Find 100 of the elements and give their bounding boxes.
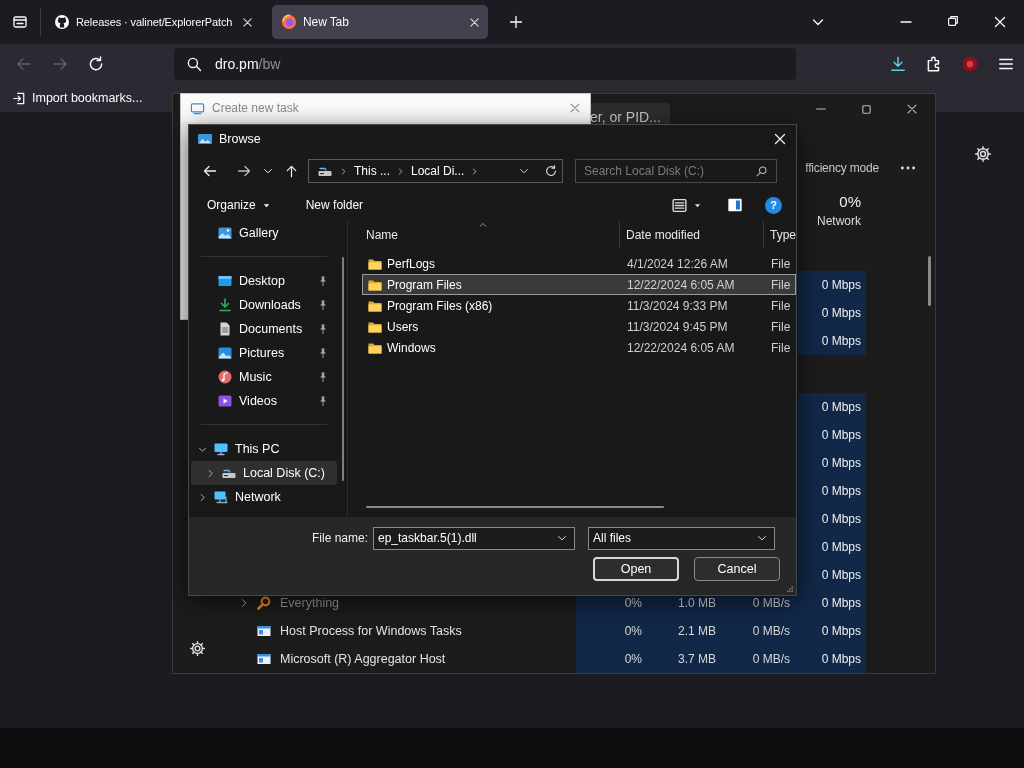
sidebar-item[interactable]: Network (191, 485, 337, 509)
file-row[interactable]: Windows 12/22/2024 6:05 AM File (362, 337, 796, 358)
chevron-icon[interactable] (197, 491, 208, 503)
column-header[interactable]: Name (348, 221, 620, 249)
file-row[interactable]: Program Files 12/22/2024 6:05 AM File (362, 274, 796, 295)
breadcrumb-item[interactable]: This ... (354, 164, 390, 178)
close-icon[interactable] (992, 14, 1008, 30)
table-cell: 0 Mbps (798, 271, 866, 299)
scrollbar-thumb[interactable] (928, 256, 931, 306)
sidebar-item[interactable]: Videos (191, 389, 337, 413)
chevron-icon (470, 166, 480, 176)
close-icon[interactable] (772, 131, 788, 147)
column-header[interactable]: Network (817, 211, 861, 231)
picture-icon (217, 345, 233, 361)
table-cell: 0 Mbps (798, 477, 866, 505)
search-field[interactable]: Search Local Disk (C:) (575, 159, 777, 183)
restore-icon[interactable] (946, 14, 960, 28)
table-cell: 0 Mbps (798, 561, 866, 589)
fox-logo-icon (281, 14, 297, 30)
close-icon[interactable] (905, 102, 919, 116)
table-cell: 0 Mbps (798, 617, 866, 645)
app-window-icon (256, 651, 272, 667)
help-button[interactable]: ? (765, 196, 782, 214)
search-icon (186, 55, 203, 73)
window-title: Browse (219, 132, 261, 146)
close-tab-icon[interactable] (241, 15, 254, 29)
sidebar-item[interactable]: Pictures (191, 341, 337, 365)
app-window-icon (256, 623, 272, 639)
sidebar-item[interactable]: Downloads (191, 293, 337, 317)
window-title: Create new task (212, 101, 299, 115)
file-row[interactable]: Program Files (x86) 11/3/2024 9:33 PM File (362, 295, 796, 316)
cat-logo-icon (54, 14, 70, 30)
command-button[interactable]: New folder (297, 194, 372, 216)
toolbar-button[interactable]: fficiency mode (805, 160, 879, 175)
table-cell: 0 Mbps (798, 299, 866, 327)
table-cell: 0 Mbps (798, 645, 866, 673)
maximize-icon[interactable] (860, 102, 873, 116)
monitor-icon (190, 100, 205, 116)
monitor-icon (213, 441, 229, 457)
video-icon (217, 393, 233, 409)
column-header[interactable]: Date modified (620, 221, 764, 249)
music-note-icon (217, 369, 233, 385)
table-cell: 0 Mbps (798, 421, 866, 449)
file-name-field[interactable]: ep_taskbar.5(1).dll (373, 526, 575, 550)
chevron-icon (339, 166, 348, 176)
table-cell: 0% (576, 617, 650, 645)
process-name: Everything (280, 596, 340, 610)
refresh-icon[interactable] (544, 164, 558, 178)
bookmark-item[interactable]: Import bookmarks... (12, 90, 143, 106)
file-row[interactable]: Users 11/3/2024 9:45 PM File (362, 316, 796, 337)
resize-grip-icon[interactable] (784, 583, 794, 593)
list-view-icon[interactable] (671, 196, 688, 214)
process-name: Microsoft (R) Aggregator Host (280, 652, 446, 666)
open-button[interactable]: Open (593, 557, 679, 581)
file-row[interactable]: PerfLogs 4/1/2024 12:26 AM File (362, 253, 796, 274)
browser-tab[interactable]: Releases · valinet/ExplorerPatch (45, 5, 261, 39)
breadcrumb-item[interactable]: Local Di... (411, 164, 465, 178)
browser-tab[interactable]: New Tab (272, 5, 488, 39)
table-cell: 0 Mbps (798, 533, 866, 561)
table-cell: 0 Mbps (798, 393, 866, 421)
column-value: 0% (839, 193, 861, 211)
sidebar-item[interactable]: Music (191, 365, 337, 389)
new-tab-icon[interactable] (508, 14, 524, 30)
sidebar-item[interactable]: Documents (191, 317, 337, 341)
chevron-icon (396, 166, 405, 176)
desktop-icon (217, 273, 233, 289)
settings-icon[interactable] (189, 640, 206, 657)
sidebar-item[interactable]: Local Disk (C:) (191, 461, 337, 485)
cancel-button[interactable]: Cancel (694, 557, 780, 581)
sidebar-item[interactable]: This PC (191, 437, 337, 461)
download-arrow-icon (217, 297, 233, 313)
table-cell: 0 Mbps (798, 589, 866, 617)
preview-pane-icon[interactable] (727, 197, 743, 213)
picture-icon (217, 225, 233, 241)
close-tab-icon[interactable] (468, 15, 481, 29)
sidebar-item[interactable]: Desktop (191, 269, 337, 293)
scrollbar-thumb[interactable] (366, 506, 664, 508)
sidebar-item[interactable]: Gallery (191, 221, 337, 245)
url-field[interactable]: dro.pm/bw (174, 48, 796, 80)
command-button[interactable]: Organize (199, 194, 280, 216)
address-bar[interactable]: This ... Local Di... (308, 159, 563, 183)
table-cell: 0 Mbps (798, 505, 866, 533)
picture-folder-icon (197, 131, 213, 147)
sort-caret-icon (478, 221, 489, 230)
table-cell: 0 MB/s (724, 617, 798, 645)
chevron-icon[interactable] (205, 467, 216, 479)
import-icon (12, 90, 27, 106)
table-cell: 0 Mbps (798, 327, 866, 355)
settings-icon[interactable] (974, 145, 992, 163)
column-header[interactable]: Type (764, 221, 796, 249)
network-icon (213, 489, 229, 505)
field-label: File name: (310, 531, 369, 545)
table-cell: 0% (576, 645, 650, 673)
table-cell: 0 Mbps (798, 449, 866, 477)
file-type-dropdown[interactable]: All files (588, 526, 775, 550)
scrollbar-thumb[interactable] (342, 257, 344, 481)
process-name: Host Process for Windows Tasks (280, 624, 462, 638)
magnifier-icon (256, 595, 272, 611)
tab-list-icon[interactable] (12, 14, 28, 30)
table-cell: 2.1 MB (650, 617, 724, 645)
